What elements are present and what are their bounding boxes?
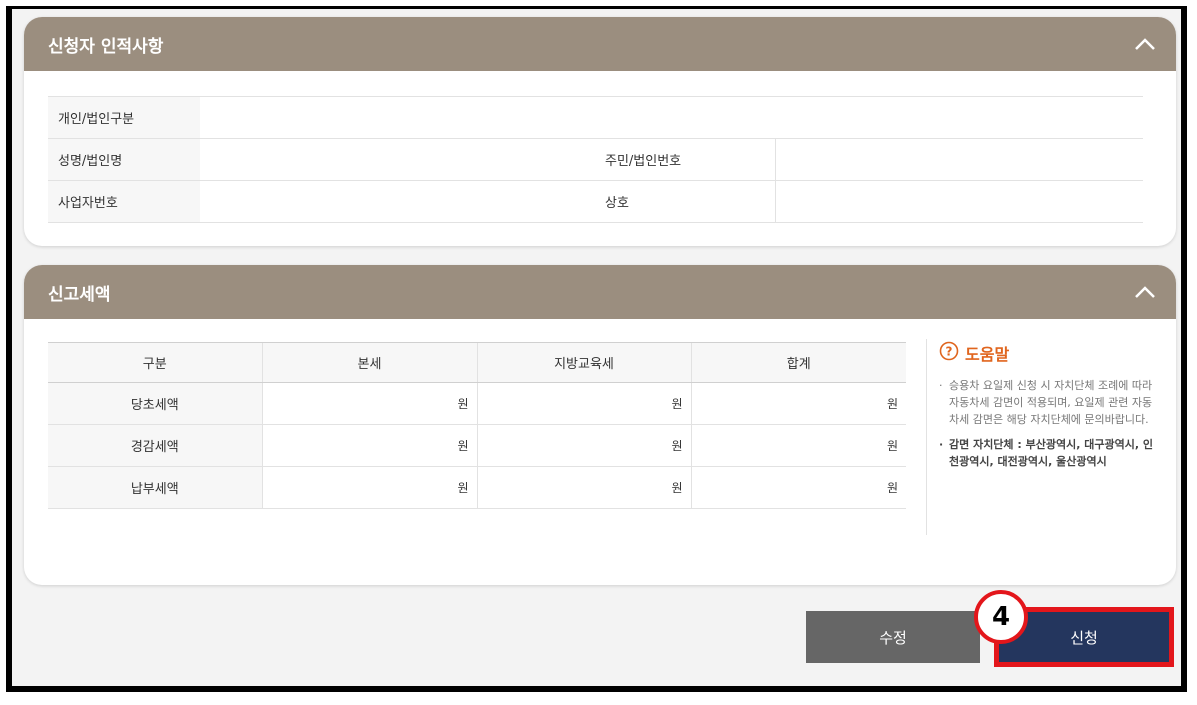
amount-cell: 원: [476, 382, 691, 425]
tax-table: 구분 본세 지방교육세 합계 당초세액 원 원 원 경감세액 원 원 원 납부세…: [48, 342, 906, 509]
edit-button[interactable]: 수정: [806, 611, 980, 663]
row-label: 주민/법인번호: [595, 138, 775, 181]
tax-panel-title: 신고세액: [48, 284, 111, 305]
amount-cell: 원: [476, 466, 691, 509]
row-value: [200, 96, 1143, 139]
table-row: 경감세액 원 원 원: [48, 424, 906, 467]
row-label: 당초세액: [48, 382, 262, 425]
table-row: 사업자번호 상호: [48, 180, 1143, 223]
column-header: 지방교육세: [476, 342, 691, 383]
help-title: ? 도움말: [939, 341, 1156, 365]
help-text: 승용차 요일제 신청 시 자치단체 조례에 따라 자동차세 감면이 적용되며, …: [939, 377, 1156, 428]
row-label: 개인/법인구분: [48, 96, 200, 139]
help-box: ? 도움말 승용차 요일제 신청 시 자치단체 조례에 따라 자동차세 감면이 …: [926, 339, 1156, 535]
row-value: [200, 180, 595, 223]
table-header-row: 구분 본세 지방교육세 합계: [48, 342, 906, 383]
applicant-panel-title: 신청자 인적사항: [48, 36, 164, 57]
question-circle-icon: ?: [939, 341, 959, 365]
amount-cell: 원: [476, 424, 691, 467]
applicant-panel: 신청자 인적사항 개인/법인구분 성명/법인명 주민/법인번호 사업자번호 상호: [24, 17, 1176, 246]
table-row: 납부세액 원 원 원: [48, 466, 906, 509]
row-value: [774, 138, 1143, 181]
chevron-up-icon[interactable]: [1134, 33, 1156, 55]
step-badge: 4: [974, 590, 1028, 644]
applicant-table: 개인/법인구분 성명/법인명 주민/법인번호 사업자번호 상호: [48, 96, 1143, 223]
amount-cell: 원: [261, 424, 477, 467]
table-row: 당초세액 원 원 원: [48, 382, 906, 425]
row-label: 납부세액: [48, 466, 262, 509]
row-label: 사업자번호: [48, 180, 200, 223]
amount-cell: 원: [261, 382, 477, 425]
column-header: 합계: [690, 342, 906, 383]
tax-panel-header[interactable]: 신고세액: [24, 265, 1176, 319]
column-header: 본세: [261, 342, 477, 383]
amount-cell: 원: [690, 466, 906, 509]
table-row: 성명/법인명 주민/법인번호: [48, 138, 1143, 181]
help-title-text: 도움말: [965, 345, 1010, 364]
row-label: 성명/법인명: [48, 138, 200, 181]
applicant-panel-header[interactable]: 신청자 인적사항: [24, 17, 1176, 71]
amount-cell: 원: [690, 382, 906, 425]
chevron-up-icon[interactable]: [1134, 281, 1156, 303]
table-row: 개인/법인구분: [48, 96, 1143, 139]
row-label: 상호: [595, 180, 775, 223]
row-label: 경감세액: [48, 424, 262, 467]
amount-cell: 원: [261, 466, 477, 509]
amount-cell: 원: [690, 424, 906, 467]
svg-text:?: ?: [946, 345, 953, 359]
row-value: [200, 138, 595, 181]
screenshot-frame: 신청자 인적사항 개인/법인구분 성명/법인명 주민/법인번호 사업자번호 상호: [6, 6, 1187, 692]
tax-panel: 신고세액 구분 본세 지방교육세 합계 당초세액 원 원 원 경감세액 원 원: [24, 265, 1176, 585]
column-header: 구분: [48, 342, 262, 383]
help-text-regions: 감면 자치단체 : 부산광역시, 대구광역시, 인천광역시, 대전광역시, 울산…: [939, 436, 1156, 470]
row-value: [774, 180, 1143, 223]
